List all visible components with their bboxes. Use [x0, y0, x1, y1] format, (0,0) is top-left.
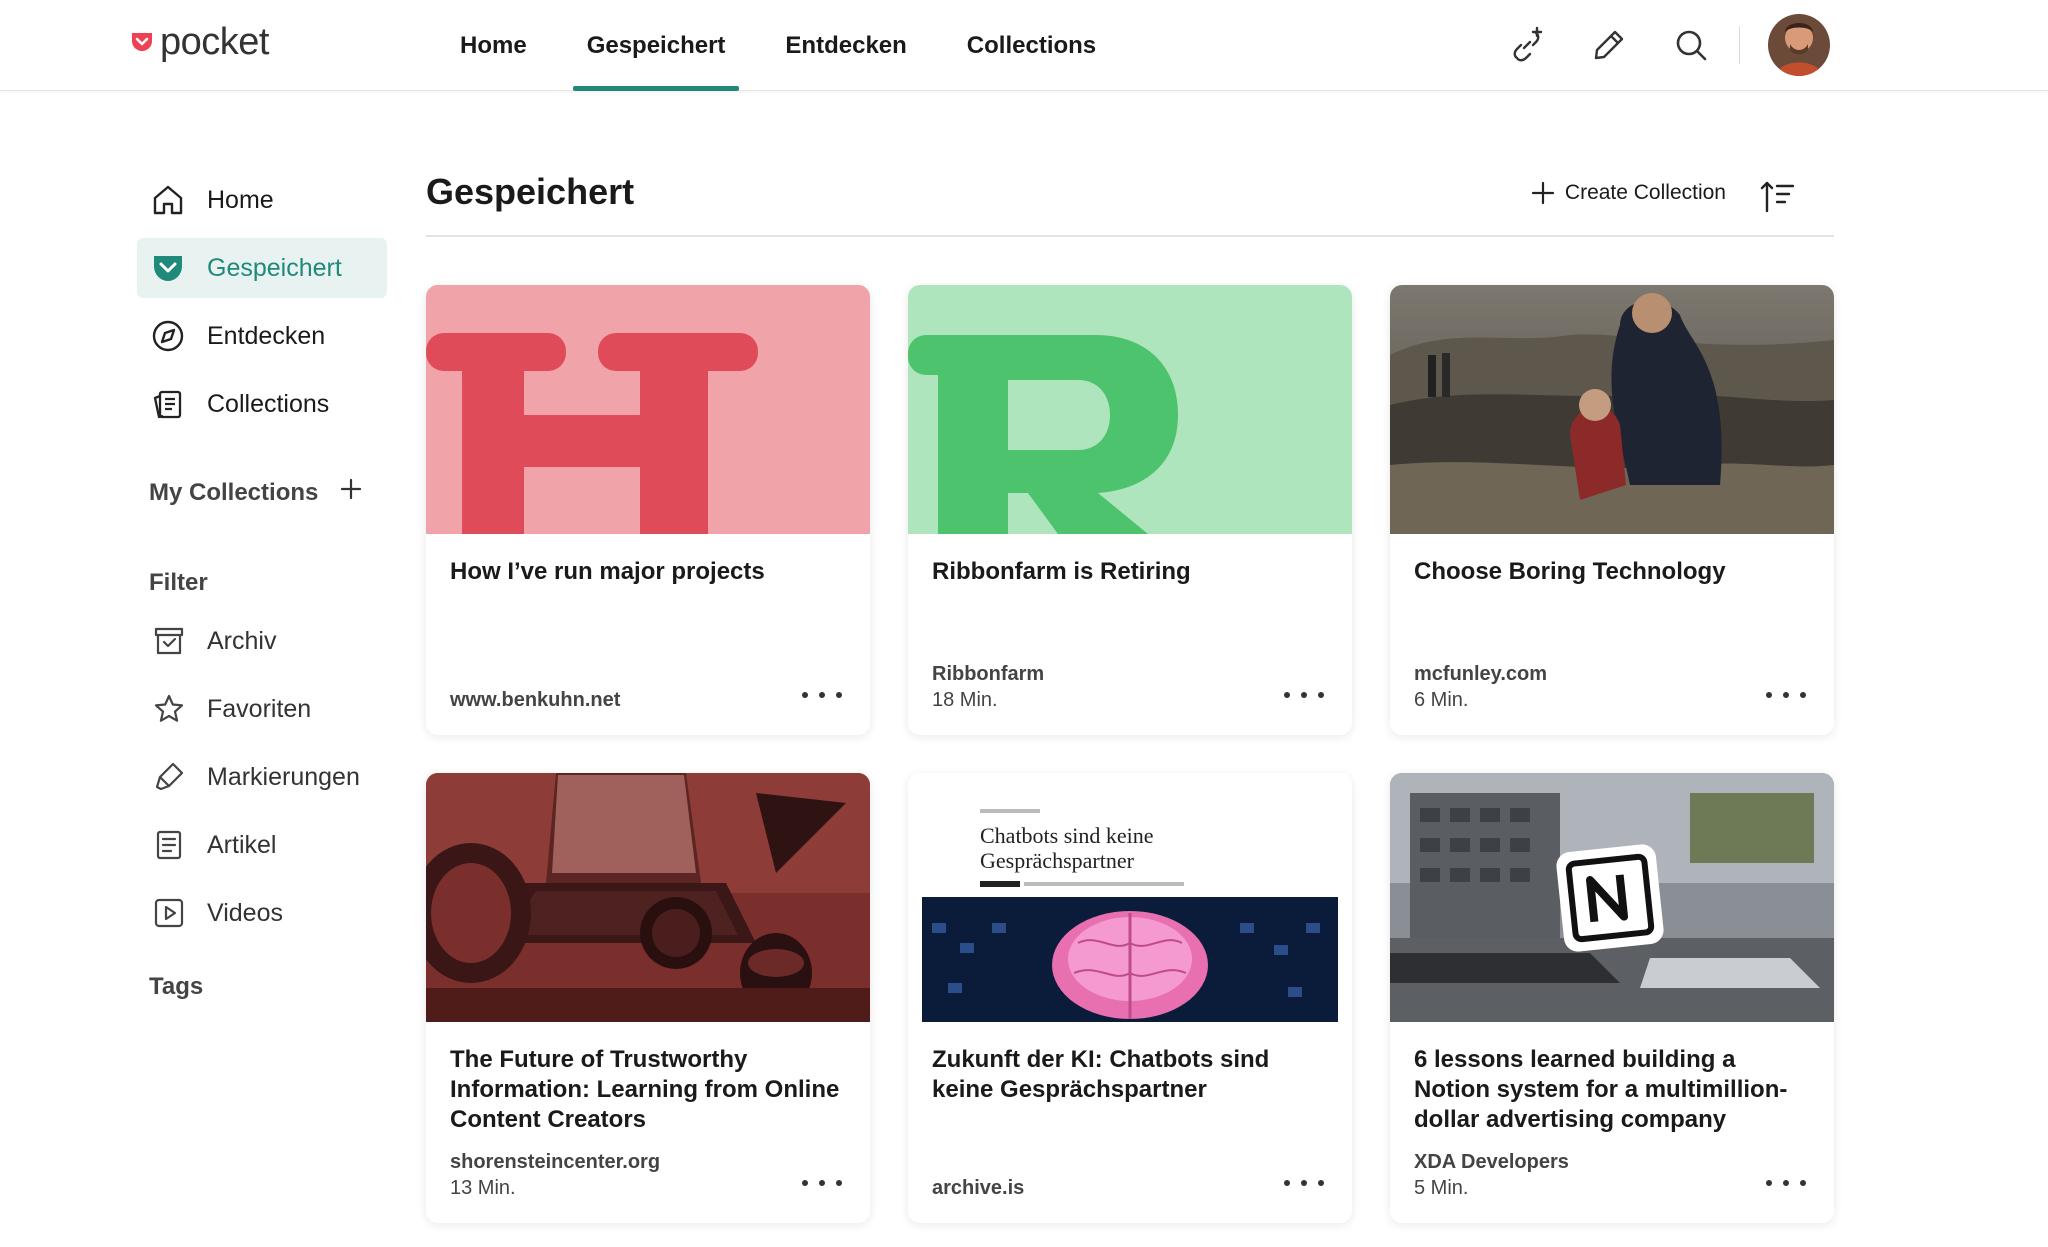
more-options-icon[interactable]	[802, 685, 842, 705]
card-read-time: 6 Min.	[1414, 689, 1469, 711]
my-collections-label: My Collections	[149, 478, 319, 506]
filter-item-label: Markierungen	[207, 762, 360, 791]
divider	[1739, 26, 1740, 64]
create-collection-label: Create Collection	[1564, 181, 1726, 204]
add-collection-plus-icon[interactable]	[340, 478, 362, 507]
saved-item-card[interactable]: 6 lessons learned building a Notion syst…	[1390, 773, 1834, 1223]
article-icon	[151, 827, 187, 863]
card-read-time: 18 Min.	[932, 689, 998, 711]
sidebar-item-collections[interactable]: Collections	[137, 374, 387, 434]
card-title[interactable]: Ribbonfarm is Retiring	[932, 557, 1328, 587]
main-nav-tabs: Home Gespeichert Entdecken Collections	[430, 0, 1126, 91]
card-source: Ribbonfarm	[932, 663, 1045, 685]
add-link-icon[interactable]	[1507, 25, 1547, 65]
card-title[interactable]: Zukunft der KI: Chatbots sind keine Gesp…	[932, 1045, 1328, 1105]
saved-item-card[interactable]: How I’ve run major projects www.benkuhn.…	[426, 285, 870, 735]
saved-item-card[interactable]: Ribbonfarm is Retiring Ribbonfarm 18 Min…	[908, 285, 1352, 735]
filter-item-favoriten[interactable]: Favoriten	[137, 679, 387, 739]
page-title: Gespeichert	[426, 171, 635, 212]
create-collection-button[interactable]: Create Collection	[1531, 181, 1726, 205]
filter-item-label: Artikel	[207, 830, 277, 859]
card-thumbnail: Chatbots sind keine Gesprächspartner	[908, 773, 1352, 1022]
card-meta: mcfunley.com 6 Min.	[1414, 661, 1547, 713]
card-title[interactable]: How I’ve run major projects	[450, 557, 846, 587]
card-source: archive.is	[932, 1177, 1025, 1199]
sidebar-item-label: Home	[207, 185, 274, 214]
filter-header: Filter	[137, 569, 387, 597]
collections-icon	[149, 385, 187, 423]
card-thumbnail	[426, 285, 870, 534]
sidebar-item-label: Entdecken	[207, 321, 326, 350]
card-thumbnail	[908, 285, 1352, 534]
card-meta: archive.is	[932, 1175, 1024, 1201]
more-options-icon[interactable]	[1766, 685, 1806, 705]
tab-home[interactable]: Home	[430, 0, 557, 91]
top-navigation-bar: pocket Home Gespeichert Entdecken Collec…	[0, 0, 2048, 91]
saved-item-card[interactable]: Chatbots sind keine Gesprächspartner Zuk…	[908, 773, 1352, 1223]
sidebar-item-label: Gespeichert	[207, 253, 342, 282]
filter-item-label: Videos	[207, 898, 283, 927]
sidebar-item-label: Collections	[207, 389, 330, 418]
plus-icon	[1531, 181, 1555, 205]
pocket-logo-icon	[132, 33, 152, 51]
highlight-pen-icon[interactable]	[1589, 25, 1629, 65]
card-title[interactable]: The Future of Trustworthy Information: L…	[450, 1045, 846, 1135]
logo-text: pocket	[160, 20, 269, 63]
saved-item-card[interactable]: Choose Boring Technology mcfunley.com 6 …	[1390, 285, 1834, 735]
filter-item-artikel[interactable]: Artikel	[137, 815, 387, 875]
card-source: XDA Developers	[1414, 1151, 1569, 1173]
filter-item-label: Archiv	[207, 626, 277, 655]
card-source: shorensteincenter.org	[450, 1151, 661, 1173]
discover-compass-icon	[149, 317, 187, 355]
sidebar-item-entdecken[interactable]: Entdecken	[137, 306, 387, 366]
my-collections-header: My Collections	[137, 478, 387, 507]
card-title[interactable]: Choose Boring Technology	[1414, 557, 1810, 587]
card-meta: XDA Developers 5 Min.	[1414, 1149, 1569, 1201]
tags-header[interactable]: Tags	[137, 973, 387, 1001]
highlighter-icon	[151, 759, 187, 795]
card-meta: shorensteincenter.org 13 Min.	[450, 1149, 660, 1201]
top-actions	[1507, 14, 1830, 76]
main-header: Gespeichert Create Collection	[426, 165, 1834, 237]
tab-gespeichert[interactable]: Gespeichert	[557, 0, 756, 91]
card-source: www.benkuhn.net	[450, 689, 621, 711]
search-icon[interactable]	[1671, 25, 1711, 65]
card-read-time: 13 Min.	[450, 1177, 516, 1199]
card-read-time: 5 Min.	[1414, 1177, 1469, 1199]
saved-item-card[interactable]: The Future of Trustworthy Information: L…	[426, 773, 870, 1223]
filter-item-videos[interactable]: Videos	[137, 883, 387, 943]
card-thumbnail	[426, 773, 870, 1022]
filter-label: Filter	[149, 569, 208, 596]
pocket-logo[interactable]: pocket	[130, 20, 269, 64]
sidebar-item-gespeichert[interactable]: Gespeichert	[137, 238, 387, 298]
video-icon	[151, 895, 187, 931]
more-options-icon[interactable]	[1766, 1173, 1806, 1193]
filter-item-label: Favoriten	[207, 694, 312, 723]
sort-icon[interactable]	[1758, 177, 1798, 217]
star-icon	[151, 691, 187, 727]
filter-item-markierungen[interactable]: Markierungen	[137, 747, 387, 807]
card-meta: www.benkuhn.net	[450, 687, 620, 713]
card-thumbnail	[1390, 773, 1834, 1022]
card-meta: Ribbonfarm 18 Min.	[932, 661, 1044, 713]
tags-label: Tags	[149, 973, 204, 1000]
tab-entdecken[interactable]: Entdecken	[755, 0, 936, 91]
card-source: mcfunley.com	[1414, 663, 1547, 685]
more-options-icon[interactable]	[802, 1173, 842, 1193]
card-thumbnail	[1390, 285, 1834, 534]
tab-collections[interactable]: Collections	[937, 0, 1126, 91]
sidebar-item-home[interactable]: Home	[137, 170, 387, 230]
sidebar: Home Gespeichert Entdecken Collections M…	[137, 170, 387, 1001]
avatar[interactable]	[1768, 14, 1830, 76]
archive-icon	[151, 623, 187, 659]
filter-item-archiv[interactable]: Archiv	[137, 611, 387, 671]
more-options-icon[interactable]	[1284, 685, 1324, 705]
card-title[interactable]: 6 lessons learned building a Notion syst…	[1414, 1045, 1810, 1135]
home-icon	[149, 181, 187, 219]
more-options-icon[interactable]	[1284, 1173, 1324, 1193]
pocket-save-icon	[149, 249, 187, 287]
